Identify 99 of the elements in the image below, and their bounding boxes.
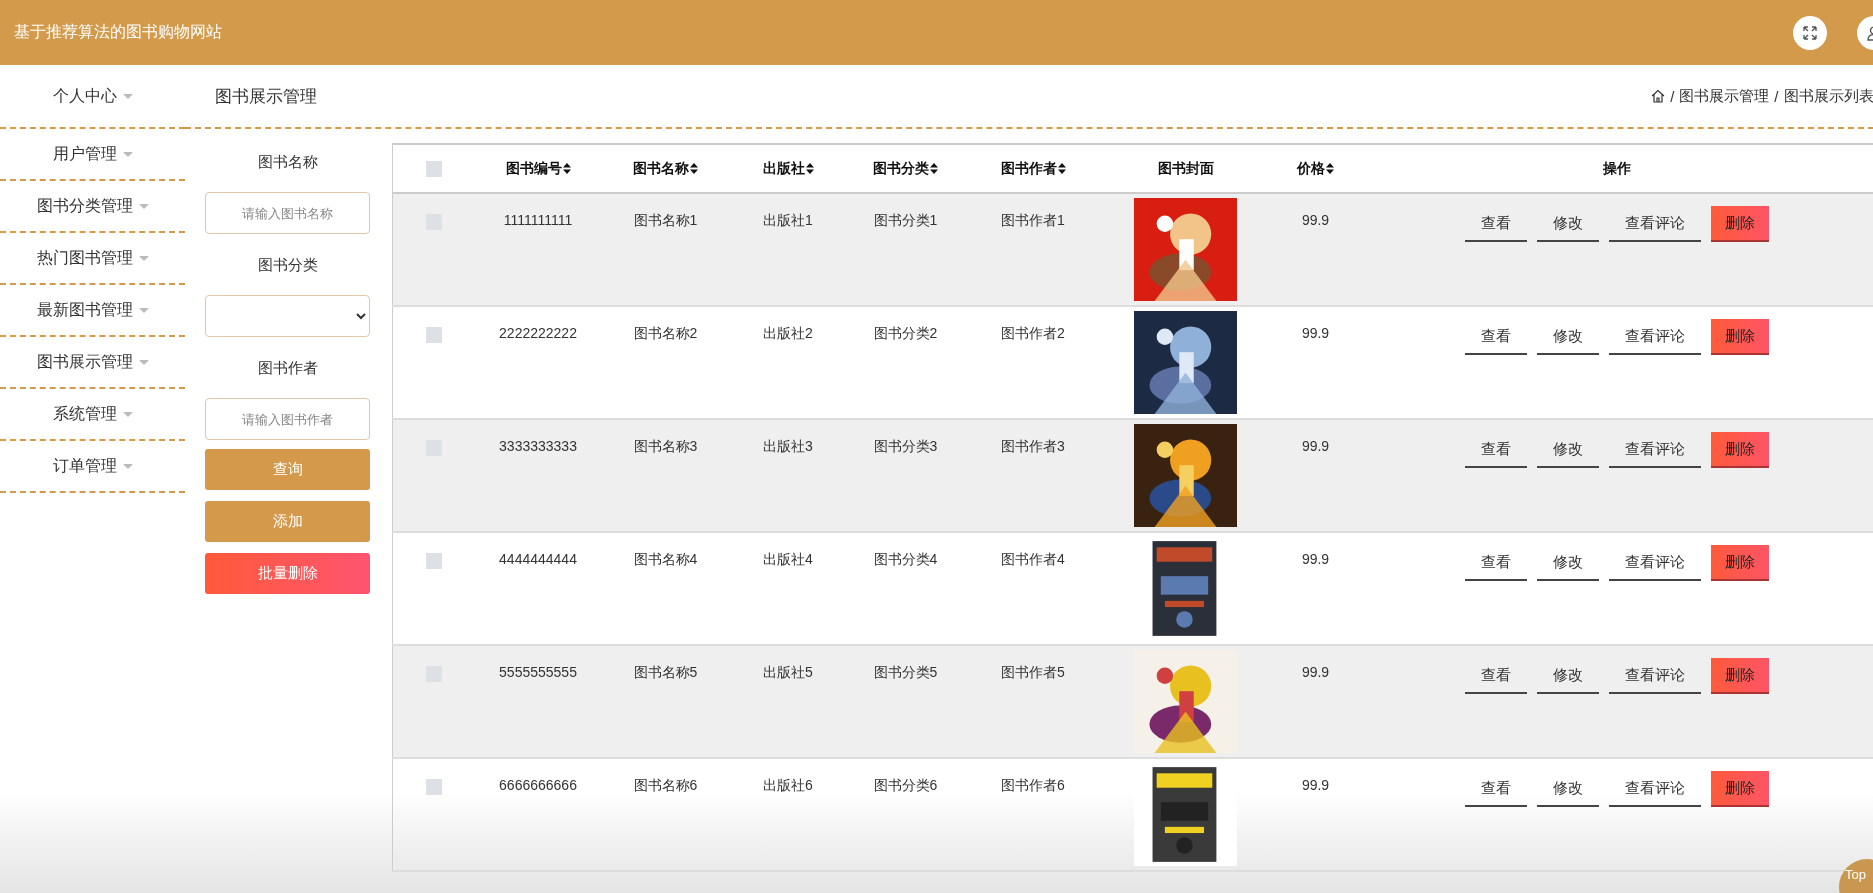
input-field[interactable]: 请输入图书名称: [205, 192, 370, 234]
sidebar-item[interactable]: 系统管理: [0, 389, 185, 441]
action-button[interactable]: 修改: [1537, 771, 1599, 807]
fullscreen-icon[interactable]: [1793, 15, 1827, 50]
price-cell: 99.9: [1301, 664, 1330, 680]
table-cell: 图书名称5: [633, 664, 698, 680]
table-cell: 图书名称4: [633, 551, 698, 567]
input-field[interactable]: 请输入图书作者: [205, 398, 370, 440]
price-cell: 99.9: [1301, 777, 1330, 793]
table-cell: 出版社5: [763, 664, 813, 680]
caret-icon: [138, 307, 149, 313]
table-cell: 图书作者4: [1001, 551, 1065, 567]
table-cell: 图书作者1: [1001, 212, 1065, 228]
sidebar-item[interactable]: 热门图书管理: [0, 233, 185, 285]
breadcrumb-item[interactable]: 图书展示列表: [1783, 86, 1873, 106]
action-button[interactable]: 修改: [1537, 206, 1599, 242]
table-cell: 出版社4: [763, 551, 813, 567]
action-button[interactable]: 查看评论: [1609, 319, 1701, 355]
price-cell: 99.9: [1301, 212, 1330, 228]
action-button[interactable]: 查看评论: [1609, 432, 1701, 468]
field-label: 图书分类: [257, 256, 318, 275]
table-cell: 图书名称3: [633, 438, 698, 454]
caret-icon: [122, 463, 133, 469]
action-button[interactable]: 查看评论: [1609, 206, 1701, 242]
table-cell: 图书分类5: [873, 664, 938, 680]
action-button[interactable]: 修改: [1537, 545, 1599, 581]
caret-icon: [122, 151, 133, 157]
table-cell: 图书分类6: [873, 777, 938, 793]
delete-button[interactable]: 删除: [1711, 319, 1769, 355]
sort-icon[interactable]: [805, 163, 814, 174]
sort-icon[interactable]: [1326, 163, 1334, 174]
sidebar-item[interactable]: 用户管理: [0, 129, 185, 181]
breadcrumb-separator: /: [1774, 87, 1779, 105]
table-cell: 图书作者2: [1001, 325, 1065, 341]
action-button[interactable]: 查看: [1465, 658, 1527, 694]
table-cell: 出版社3: [763, 438, 813, 454]
table-cell: 1111111111: [503, 212, 573, 228]
checkbox[interactable]: [426, 327, 443, 343]
checkbox[interactable]: [426, 160, 443, 177]
table-cell: 图书分类1: [873, 212, 938, 228]
checkbox[interactable]: [426, 553, 443, 569]
sort-icon[interactable]: [562, 163, 571, 174]
delete-button[interactable]: 删除: [1711, 206, 1769, 242]
table-cell: 图书名称2: [633, 325, 698, 341]
action-button[interactable]: 修改: [1537, 658, 1599, 694]
table-cell: 4444444444: [499, 551, 577, 567]
action-button[interactable]: 查看: [1465, 771, 1527, 807]
sort-icon[interactable]: [1057, 163, 1066, 174]
delete-button[interactable]: 删除: [1711, 545, 1769, 581]
table-cell: 图书作者3: [1001, 438, 1065, 454]
home-icon[interactable]: [1651, 89, 1666, 103]
breadcrumb-item[interactable]: 图书展示管理: [1679, 86, 1770, 106]
sort-icon[interactable]: [930, 163, 938, 174]
table-cell: 出版社1: [763, 212, 813, 228]
sort-icon[interactable]: [690, 163, 698, 174]
action-button[interactable]: 查看: [1465, 432, 1527, 468]
delete-button[interactable]: 删除: [1711, 771, 1769, 807]
action-button[interactable]: 查看评论: [1609, 658, 1701, 694]
table-cell: 出版社6: [763, 777, 813, 793]
price-cell: 99.9: [1301, 325, 1330, 341]
sidebar-item[interactable]: 个人中心: [0, 65, 185, 129]
table-cell: 图书作者6: [1001, 777, 1065, 793]
table-cell: 图书分类2: [873, 325, 938, 341]
action-button[interactable]: 查看: [1465, 319, 1527, 355]
action-button[interactable]: 查看: [1465, 545, 1527, 581]
table-cell: 图书分类3: [873, 438, 938, 454]
checkbox[interactable]: [426, 779, 443, 795]
table-cell: 图书名称6: [633, 777, 698, 793]
table-cell: 6666666666: [499, 777, 577, 793]
field-label: 图书作者: [257, 359, 318, 378]
app-title: 基于推荐算法的图书购物网站: [14, 22, 223, 42]
delete-button[interactable]: 删除: [1711, 432, 1769, 468]
breadcrumb-separator: /: [1670, 87, 1675, 105]
action-button[interactable]: 查看评论: [1609, 545, 1701, 581]
price-cell: 99.9: [1301, 438, 1330, 454]
action-button[interactable]: 修改: [1537, 319, 1599, 355]
action-button[interactable]: 查看: [1465, 206, 1527, 242]
field-label: 图书名称: [257, 153, 318, 172]
caret-icon: [138, 203, 149, 209]
table-cell: 3333333333: [499, 438, 577, 454]
sidebar-item[interactable]: 最新图书管理: [0, 285, 185, 337]
table-cell: 出版社2: [763, 325, 813, 341]
table-cell: 2222222222: [499, 325, 577, 341]
sidebar-item[interactable]: 图书分类管理: [0, 181, 185, 233]
delete-button[interactable]: 删除: [1711, 658, 1769, 694]
caret-icon: [122, 93, 133, 99]
table-cell: 图书名称1: [633, 212, 698, 228]
caret-icon: [122, 411, 133, 417]
table-cell: 图书作者5: [1001, 664, 1065, 680]
sidebar-item[interactable]: 订单管理: [0, 441, 185, 493]
table-cell: 5555555555: [499, 664, 577, 680]
table-cell: 图书分类4: [873, 551, 938, 567]
caret-icon: [138, 255, 149, 261]
price-cell: 99.9: [1301, 551, 1330, 567]
page-title: 图书展示管理: [215, 85, 318, 108]
sidebar-item[interactable]: 图书展示管理: [0, 337, 185, 389]
action-button[interactable]: 查看评论: [1609, 771, 1701, 807]
action-button[interactable]: 修改: [1537, 432, 1599, 468]
caret-icon: [138, 359, 149, 365]
